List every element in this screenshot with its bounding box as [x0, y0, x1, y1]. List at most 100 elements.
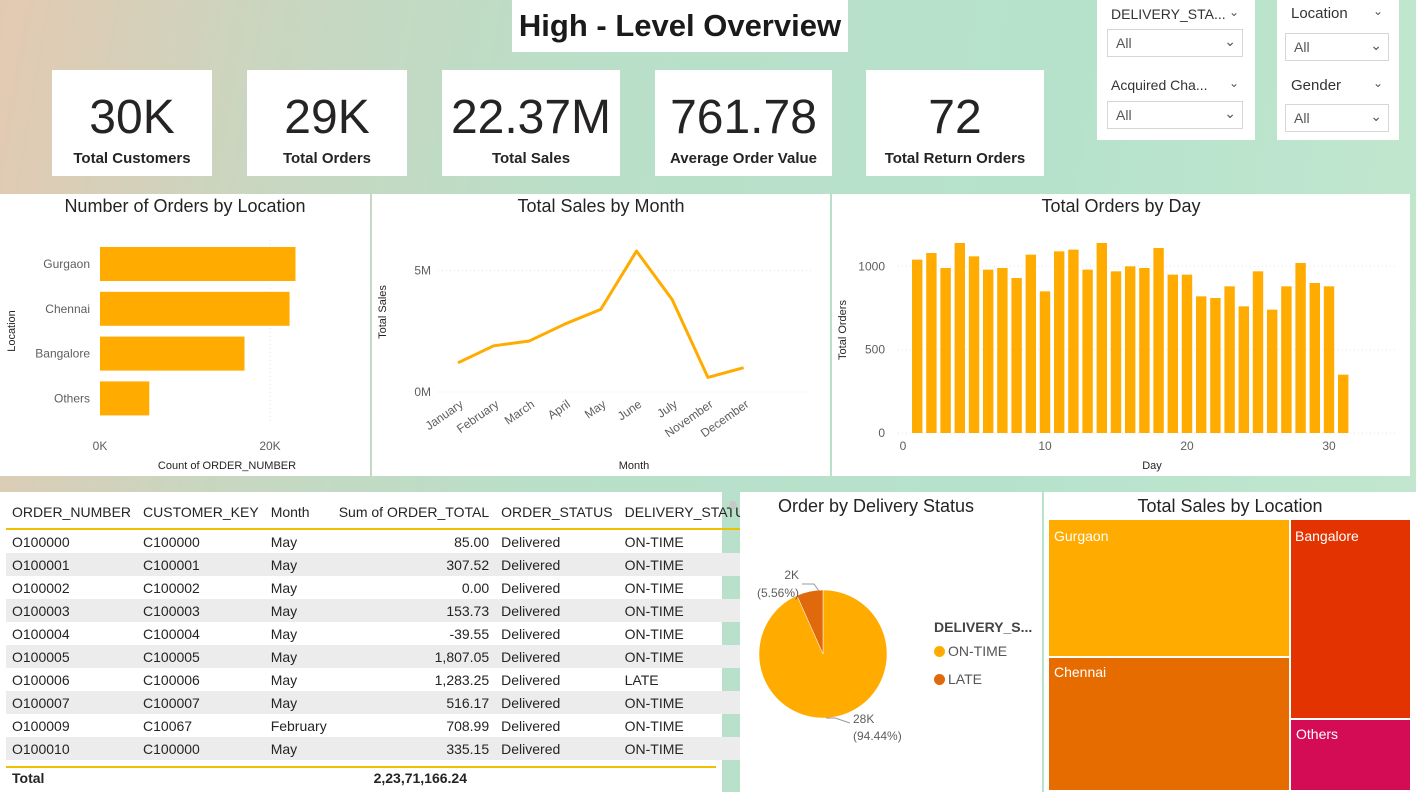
table-cell: Delivered: [495, 691, 619, 714]
slicer-acquired-channel-dropdown[interactable]: All ⌄: [1107, 101, 1243, 129]
table-cell: C100000: [137, 737, 265, 760]
orders-table-panel: ORDER_NUMBER CUSTOMER_KEY Month Sum of O…: [0, 492, 761, 792]
bar: [1238, 306, 1249, 433]
pie-legend-item[interactable]: LATE: [934, 671, 982, 687]
table-cell: -39.55: [449, 625, 490, 642]
treemap-tile-others[interactable]: Others: [1291, 720, 1410, 790]
table-cell: 85.00: [454, 533, 490, 550]
table-cell: C100002: [143, 579, 200, 596]
treemap-label: Chennai: [1054, 664, 1107, 680]
legend-label: LATE: [948, 671, 982, 687]
table-row[interactable]: O100003 C100003 May 153.73 Delivered ON-TIME: [6, 599, 761, 622]
table-cell: May: [270, 671, 298, 688]
chart-orders-by-location[interactable]: Number of Orders by Location Gurgaon Chen…: [0, 194, 370, 476]
x-tick-label: March: [502, 397, 537, 428]
table-row[interactable]: O100005 C100005 May 1,807.05 Delivered ON-TIM…: [6, 645, 761, 668]
table-row[interactable]: O100000 C100000 May 85.00 Delivered ON-TIME: [6, 529, 761, 553]
bar: [940, 268, 951, 433]
orders-table[interactable]: ORDER_NUMBER CUSTOMER_KEY Month Sum of O…: [6, 496, 761, 760]
kpi-label: Total Return Orders: [884, 150, 1026, 167]
chart-orders-by-day[interactable]: Total Orders by Day 0 500 1000 0 10 20 30 Day To…: [832, 194, 1410, 476]
table-row[interactable]: O100002 C100002 May 0.00 Delivered ON-TIME: [6, 576, 761, 599]
column-header[interactable]: Sum of ORDER_TOTAL: [332, 496, 496, 530]
kpi-card-total-customers: 30K Total Customers: [52, 70, 212, 176]
bar: [1025, 254, 1036, 433]
data-label: (5.56%): [757, 586, 799, 600]
bar: [1153, 248, 1164, 433]
treemap-label: Others: [1296, 726, 1339, 742]
column-header[interactable]: ORDER_NUMBER: [6, 496, 138, 530]
column-header[interactable]: Month: [264, 496, 333, 530]
chevron-down-icon[interactable]: ⌄: [1229, 5, 1239, 19]
bar: [912, 259, 923, 433]
kpi-label: Total Customers: [73, 150, 191, 167]
category-label: Gurgaon: [43, 257, 90, 271]
table-cell: O100001: [6, 553, 138, 576]
table-cell: February: [270, 717, 327, 734]
treemap-tile-chennai[interactable]: Chennai: [1049, 658, 1289, 790]
table-row[interactable]: O100007 C100007 May 516.17 Delivered ON-TIME: [6, 691, 761, 714]
chart-order-by-delivery-status[interactable]: Order by Delivery Status 28K (94.44%) 2K (5…: [740, 492, 1042, 792]
pie-legend-item[interactable]: ON-TIME: [934, 643, 1007, 659]
chart-sales-by-month[interactable]: Total Sales by Month 0M 5M January February…: [372, 194, 830, 476]
data-label: 28K: [853, 712, 874, 726]
chart-sales-by-month-plot: 0M5MJanuaryFebruary March April May June July…: [377, 249, 812, 472]
table-cell: C100000: [143, 533, 200, 550]
y-axis-title: Location: [6, 310, 18, 352]
table-cell: May: [264, 737, 333, 760]
table-row[interactable]: O100010 C100000 May 335.15 Delivered ON-TIME: [6, 737, 761, 760]
leader-line: [802, 583, 820, 592]
table-cell: Delivered: [501, 717, 561, 734]
bar: [983, 269, 994, 433]
treemap-tile-gurgaon[interactable]: Gurgaon: [1049, 520, 1289, 656]
slicer-delivery-status-dropdown[interactable]: All ⌄: [1107, 29, 1243, 57]
table-cell: C10067: [143, 717, 193, 734]
y-axis-title: Total Sales: [377, 285, 389, 339]
slicer-delivery-status-value: All: [1116, 35, 1132, 51]
bar: [100, 336, 245, 371]
column-header[interactable]: CUSTOMER_KEY: [137, 496, 265, 530]
slicer-delivery-status-label: DELIVERY_STA...: [1111, 6, 1226, 22]
scrollbar-thumb[interactable]: [729, 501, 737, 509]
x-axis-title: Count of ORDER_NUMBER: [158, 460, 296, 472]
y-tick-label: 1000: [858, 259, 885, 273]
table-cell: C100001: [137, 553, 265, 576]
table-row[interactable]: O100001 C100001 May 307.52 Delivered ON-TIME: [6, 553, 761, 576]
table-row[interactable]: O100004 C100004 May -39.55 Delivered ON-TIME: [6, 622, 761, 645]
x-tick-label: 20: [1180, 439, 1194, 453]
slicer-gender-label: Gender: [1291, 77, 1342, 94]
kpi-value: 72: [928, 91, 982, 144]
table-cell: C100003: [137, 599, 265, 622]
chevron-down-icon[interactable]: ⌄: [1373, 76, 1383, 90]
x-tick-label: 0K: [93, 439, 108, 453]
kpi-card-total-orders: 29K Total Orders: [247, 70, 407, 176]
table-cell: Delivered: [495, 645, 619, 668]
x-tick-label: July: [654, 397, 680, 421]
kpi-card-total-sales: 22.37M Total Sales: [442, 70, 620, 176]
chevron-down-icon[interactable]: ⌄: [1373, 4, 1383, 18]
treemap-label: Gurgaon: [1054, 528, 1109, 544]
chevron-down-icon: ⌄: [1370, 37, 1382, 53]
slicer-location-dropdown[interactable]: All ⌄: [1285, 33, 1389, 61]
x-tick-label: May: [582, 397, 609, 421]
table-cell: C100006: [143, 671, 200, 688]
table-cell: Delivered: [501, 625, 561, 642]
slicer-gender-dropdown[interactable]: All ⌄: [1285, 104, 1389, 132]
table-row[interactable]: O100006 C100006 May 1,283.25 Delivered LATE: [6, 668, 761, 691]
table-cell: O100003: [6, 599, 138, 622]
bar: [1252, 271, 1264, 433]
data-label: 2K: [784, 568, 799, 582]
x-tick-label: 0: [900, 439, 907, 453]
bar: [1167, 274, 1178, 433]
column-header[interactable]: ORDER_STATUS: [495, 496, 619, 530]
treemap-tile-bangalore[interactable]: Bangalore: [1291, 520, 1410, 718]
y-tick-label: 0: [878, 426, 885, 440]
bar: [1011, 278, 1022, 433]
chart-total-sales-by-location[interactable]: Total Sales by Location Gurgaon Chennai …: [1044, 492, 1416, 792]
bar: [1196, 296, 1207, 433]
chevron-down-icon[interactable]: ⌄: [1229, 76, 1239, 90]
bar: [1110, 271, 1122, 433]
table-row[interactable]: O100009 C10067 February 708.99 Delivered ON-T…: [6, 714, 761, 737]
x-tick-label: 10: [1038, 439, 1052, 453]
x-tick-label: 30: [1322, 439, 1336, 453]
